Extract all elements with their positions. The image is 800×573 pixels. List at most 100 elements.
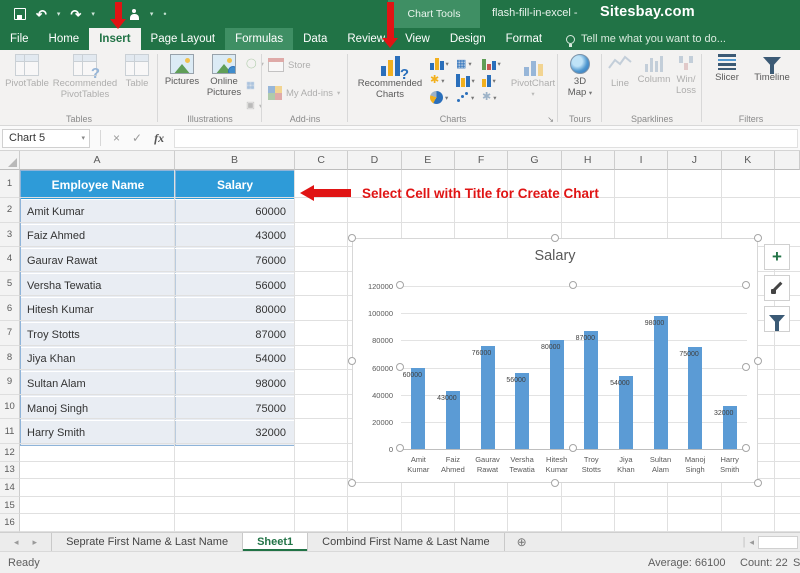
tell-me-box[interactable]: Tell me what you want to do... xyxy=(552,28,726,50)
menu-tab-home[interactable]: Home xyxy=(39,28,90,50)
chart-selection-handle[interactable] xyxy=(754,479,762,487)
chart-selection-handle[interactable] xyxy=(348,357,356,365)
table-header-row[interactable]: Employee Name Salary xyxy=(21,171,294,199)
employee-name-cell[interactable]: Gaurav Rawat xyxy=(21,249,176,273)
chart-selection-handle[interactable] xyxy=(348,479,356,487)
employee-name-cell[interactable]: Amit Kumar xyxy=(21,200,176,224)
user-icon[interactable] xyxy=(129,9,140,20)
table-row[interactable]: Sultan Alam98000 xyxy=(21,371,294,396)
my-addins-button[interactable]: My Add-ins▾ xyxy=(268,86,340,100)
3d-map-button[interactable]: 3D Map ▾ xyxy=(564,54,596,99)
menu-tab-file[interactable]: File xyxy=(0,28,39,50)
online-pictures-button[interactable]: Online Pictures xyxy=(204,54,244,98)
sparkline-winloss-button[interactable]: Win/ Loss xyxy=(672,54,700,96)
horizontal-scrollbar[interactable] xyxy=(758,536,798,549)
name-box[interactable]: Chart 5 ▾ xyxy=(2,129,90,148)
chart-selection-handle[interactable] xyxy=(754,357,762,365)
timeline-button[interactable]: Timeline xyxy=(750,54,794,84)
salary-cell[interactable]: 98000 xyxy=(176,372,294,396)
plot-area-selection-handle[interactable] xyxy=(569,281,577,289)
row-header-12[interactable]: 12 xyxy=(0,444,20,462)
employee-name-cell[interactable]: Sultan Alam xyxy=(21,372,176,396)
chart-styles-button[interactable] xyxy=(764,275,790,301)
chart-bar[interactable] xyxy=(550,340,564,449)
combo-chart-button[interactable]: ▾ xyxy=(482,74,508,87)
column-header-c[interactable]: C xyxy=(295,151,348,170)
screenshot-button[interactable]: ▣▾ xyxy=(246,100,262,111)
plot-area-selection-handle[interactable] xyxy=(396,281,404,289)
salary-cell[interactable]: 87000 xyxy=(176,323,294,347)
sparkline-column-button[interactable]: Column xyxy=(636,54,672,86)
cancel-entry-icon[interactable]: × xyxy=(113,131,120,145)
table-row[interactable]: Harry Smith32000 xyxy=(21,420,294,445)
column-header-i[interactable]: I xyxy=(615,151,668,170)
column-header-d[interactable]: D xyxy=(348,151,401,170)
table-button[interactable]: Table xyxy=(120,54,154,90)
chart-bar[interactable] xyxy=(515,373,529,449)
employee-name-cell[interactable]: Harry Smith xyxy=(21,421,176,445)
column-chart-button[interactable]: ▾ xyxy=(430,57,456,70)
row-header-2[interactable]: 2 xyxy=(0,198,20,223)
column-header-e[interactable]: E xyxy=(402,151,455,170)
row-header-4[interactable]: 4 xyxy=(0,247,20,272)
table-row[interactable]: Manoj Singh75000 xyxy=(21,396,294,421)
pictures-button[interactable]: Pictures xyxy=(162,54,202,88)
plot-area-selection-handle[interactable] xyxy=(569,444,577,452)
save-icon[interactable] xyxy=(14,8,26,20)
menu-tab-formulas[interactable]: Formulas xyxy=(225,28,293,50)
recommended-pivottables-button[interactable]: Recommended PivotTables xyxy=(52,54,118,100)
chart-title[interactable]: Salary xyxy=(353,248,757,264)
employee-name-cell[interactable]: Troy Stotts xyxy=(21,323,176,347)
sparkline-line-button[interactable]: Line xyxy=(604,54,636,89)
qat-more-icon[interactable]: • xyxy=(163,9,166,19)
store-button[interactable]: Store xyxy=(268,58,311,72)
pivottable-button[interactable]: PivotTable xyxy=(4,54,50,90)
row-header-16[interactable]: 16 xyxy=(0,514,20,532)
recommended-charts-button[interactable]: Recommended Charts xyxy=(356,54,424,100)
column-header-h[interactable]: H xyxy=(562,151,615,170)
row-header-11[interactable]: 11 xyxy=(0,419,20,444)
chart-plot-area[interactable]: 02000040000600008000010000012000060000Am… xyxy=(401,286,747,449)
smartart-button[interactable]: ▦ xyxy=(246,80,255,91)
qat-customize-icon[interactable]: ▾ xyxy=(150,10,154,18)
employee-name-cell[interactable]: Faiz Ahmed xyxy=(21,225,176,249)
plot-area-selection-handle[interactable] xyxy=(742,444,750,452)
chart-bar[interactable] xyxy=(654,316,668,449)
row-header-1[interactable]: 1 xyxy=(0,170,20,198)
row-header-6[interactable]: 6 xyxy=(0,296,20,321)
row-header-5[interactable]: 5 xyxy=(0,272,20,297)
sheet-nav-prev-icon[interactable]: ◂ xyxy=(14,537,19,548)
row-header-8[interactable]: 8 xyxy=(0,346,20,371)
chart-bar[interactable] xyxy=(688,347,702,449)
select-all-corner[interactable] xyxy=(0,151,20,170)
table-row[interactable]: Hitesh Kumar80000 xyxy=(21,297,294,322)
row-header-3[interactable]: 3 xyxy=(0,223,20,248)
chart-bar[interactable] xyxy=(481,346,495,449)
charts-dialog-launcher[interactable]: ↘ xyxy=(547,115,554,124)
chart-bar[interactable] xyxy=(619,376,633,449)
hierarchy-chart-button[interactable]: ▦▾ xyxy=(456,57,482,70)
scatter-chart-button[interactable]: ▾ xyxy=(456,91,482,104)
chart-selection-handle[interactable] xyxy=(551,479,559,487)
menu-tab-insert[interactable]: Insert xyxy=(89,28,140,50)
salary-cell[interactable]: 60000 xyxy=(176,200,294,224)
column-header-f[interactable]: F xyxy=(455,151,508,170)
bar-chart-button[interactable]: ▾ xyxy=(456,74,482,87)
menu-tab-page-layout[interactable]: Page Layout xyxy=(141,28,226,50)
salary-cell[interactable]: 75000 xyxy=(176,397,294,421)
employee-name-cell[interactable]: Hitesh Kumar xyxy=(21,298,176,322)
salary-cell[interactable]: 56000 xyxy=(176,274,294,298)
pivotchart-button[interactable]: PivotChart ▾ xyxy=(510,54,556,100)
plot-area-selection-handle[interactable] xyxy=(396,363,404,371)
table-row[interactable]: Faiz Ahmed43000 xyxy=(21,224,294,249)
table-row[interactable]: Troy Stotts87000 xyxy=(21,322,294,347)
employee-name-cell[interactable]: Versha Tewatia xyxy=(21,274,176,298)
chart-bar[interactable] xyxy=(411,368,425,450)
menu-tab-data[interactable]: Data xyxy=(293,28,337,50)
column-header-a[interactable]: A xyxy=(20,151,175,170)
row-header-15[interactable]: 15 xyxy=(0,497,20,515)
table-row[interactable]: Amit Kumar60000 xyxy=(21,199,294,224)
salary-cell[interactable]: 32000 xyxy=(176,421,294,445)
sheet-tab-sheet1[interactable]: Sheet1 xyxy=(243,533,308,551)
row-header-10[interactable]: 10 xyxy=(0,395,20,420)
